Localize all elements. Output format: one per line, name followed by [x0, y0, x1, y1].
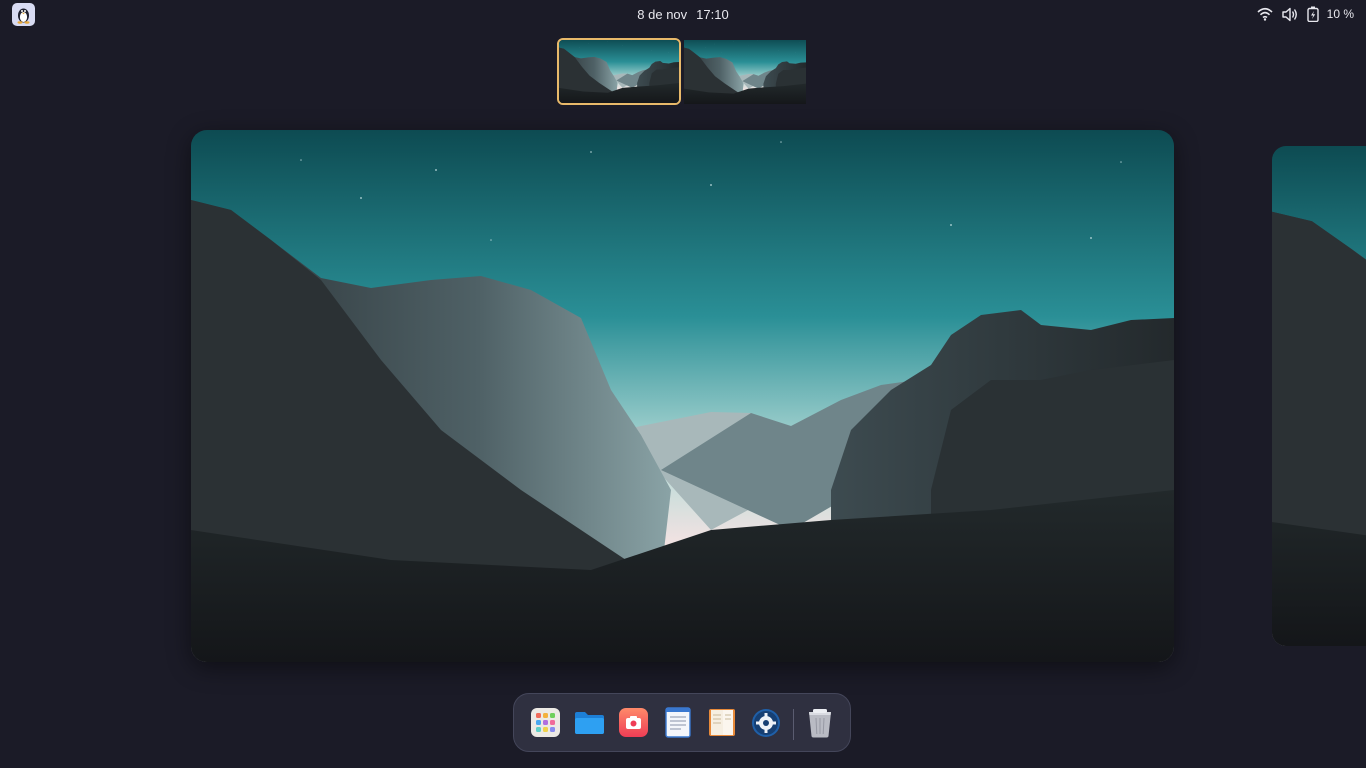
workspace-preview-next[interactable]: [1272, 146, 1366, 646]
clock-date[interactable]: 8 de nov: [637, 7, 687, 22]
settings-gear-icon[interactable]: [750, 707, 781, 738]
battery-percent[interactable]: 10 %: [1327, 7, 1354, 21]
clock: 8 de nov 17:10: [0, 0, 1366, 28]
wifi-icon[interactable]: [1257, 7, 1273, 21]
folder-icon[interactable]: [574, 707, 605, 738]
camera-icon[interactable]: [618, 707, 649, 738]
workspace-thumbnail-1[interactable]: [557, 38, 681, 105]
workspace-switcher: [557, 38, 809, 108]
document-icon[interactable]: [662, 707, 693, 738]
battery-charging-icon[interactable]: [1306, 6, 1319, 22]
dock-separator: [793, 709, 794, 740]
workspace-thumbnail-2[interactable]: [684, 40, 806, 104]
volume-icon[interactable]: [1281, 7, 1299, 22]
wallpaper-image: [191, 130, 1174, 662]
top-panel: 8 de nov 17:10 10 %: [0, 0, 1366, 28]
app-grid-icon[interactable]: [530, 707, 561, 738]
wallpaper-image: [1272, 146, 1366, 646]
workspace-preview-active[interactable]: [191, 130, 1174, 662]
system-tray[interactable]: 10 %: [1257, 0, 1354, 28]
book-icon[interactable]: [706, 707, 737, 738]
trash-icon[interactable]: [804, 707, 835, 738]
linux-penguin-icon[interactable]: [12, 3, 35, 26]
clock-time[interactable]: 17:10: [696, 7, 729, 22]
dock: [513, 693, 851, 752]
